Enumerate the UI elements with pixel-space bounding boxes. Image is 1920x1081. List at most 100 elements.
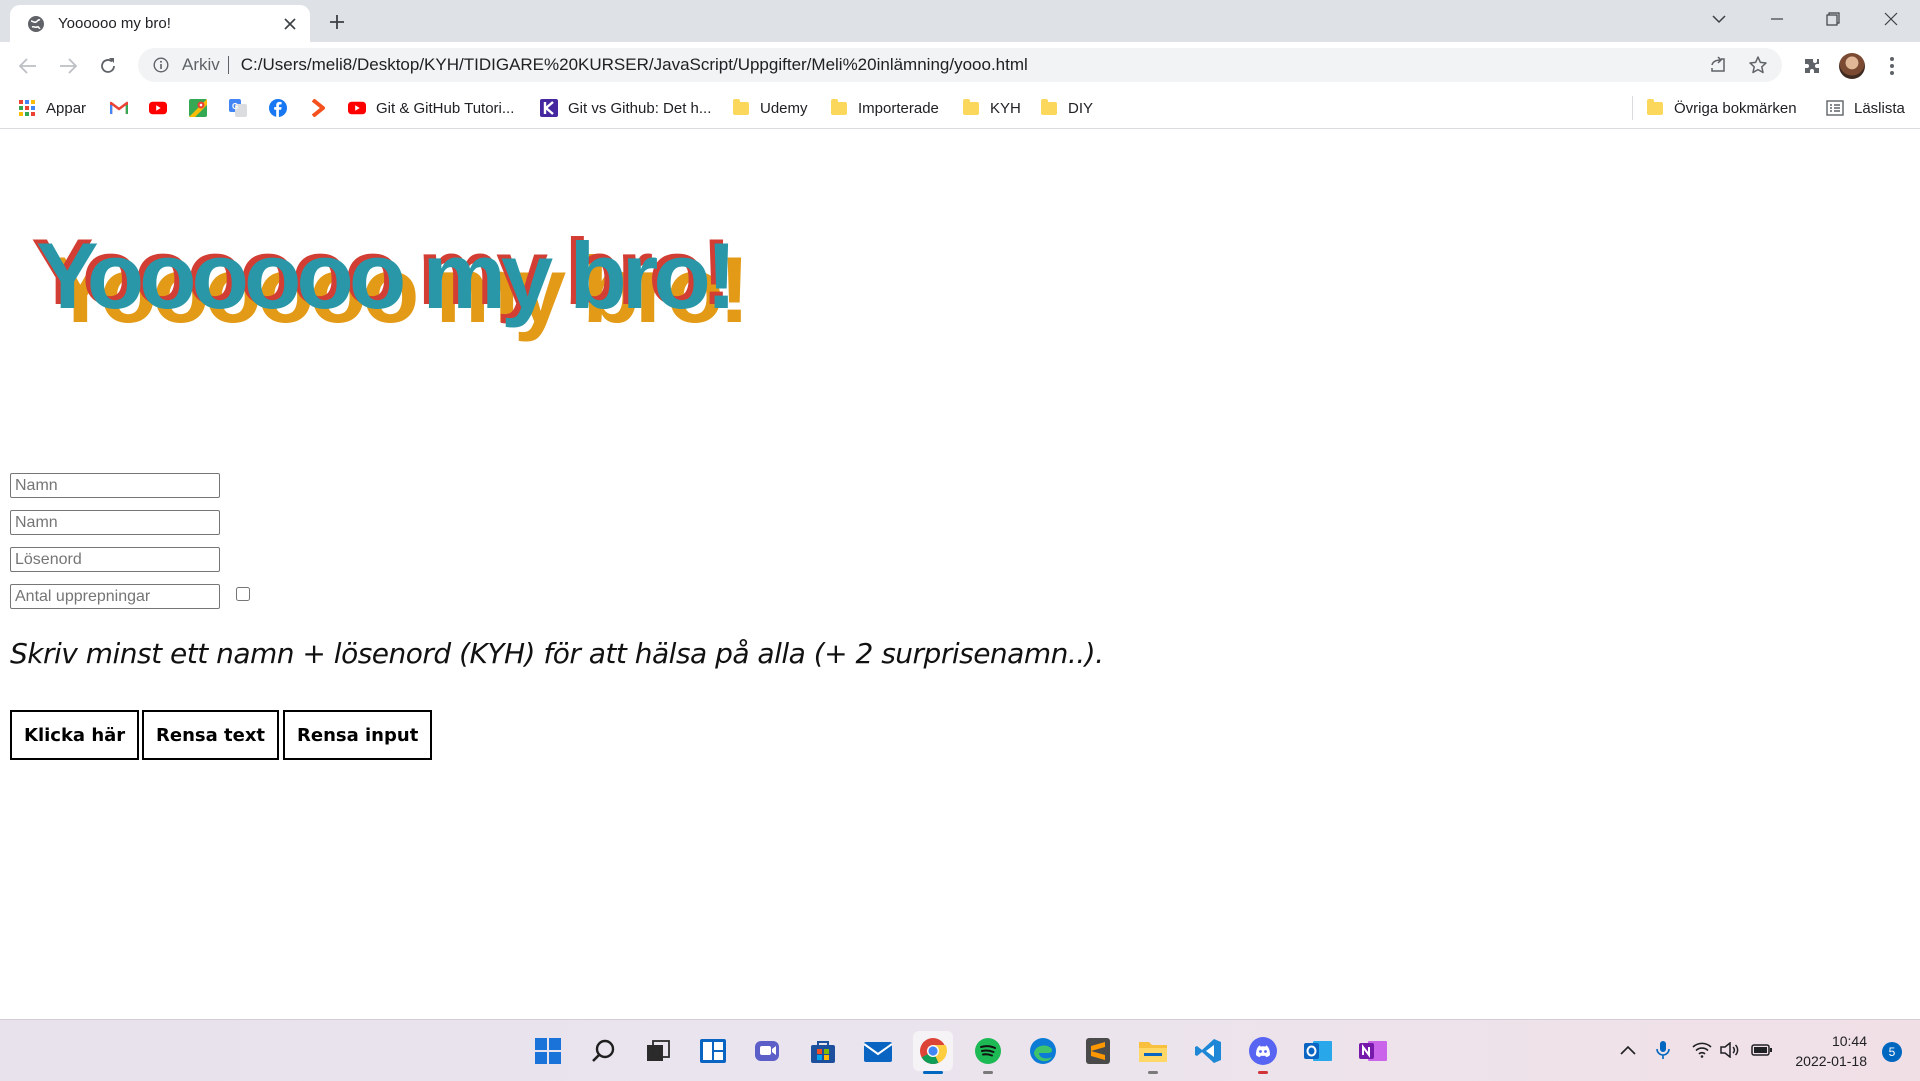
name-input-1[interactable] xyxy=(10,473,220,498)
url-text[interactable]: C:/Users/meli8/Desktop/KYH/TIDIGARE%20KU… xyxy=(241,55,1702,75)
bookmark-label: DIY xyxy=(1068,99,1094,117)
bookmark-other-folder[interactable]: Övriga bokmärken xyxy=(1646,96,1797,120)
bookmark-folder-udemy[interactable]: Udemy xyxy=(732,96,808,120)
folder-icon xyxy=(1646,98,1664,117)
folder-icon xyxy=(1040,98,1058,117)
page-headline: Yoooooo my bro! xyxy=(36,223,737,328)
gmail-icon xyxy=(110,99,128,117)
name-input-2[interactable] xyxy=(10,510,220,535)
new-tab-icon[interactable] xyxy=(322,8,352,36)
menu-kebab-icon[interactable] xyxy=(1876,50,1908,82)
youtube-icon xyxy=(149,99,167,117)
bookmark-maps[interactable] xyxy=(189,96,217,120)
widgets-icon[interactable] xyxy=(693,1031,733,1071)
restore-icon[interactable] xyxy=(1806,0,1860,38)
outlook-icon[interactable] xyxy=(1298,1031,1338,1071)
globe-icon xyxy=(26,14,46,34)
bookmarks-divider xyxy=(1632,96,1633,120)
edge-icon[interactable] xyxy=(1023,1031,1063,1071)
bookmark-youtube[interactable] xyxy=(149,96,177,120)
repetitions-input[interactable] xyxy=(10,584,220,609)
translate-icon: G xyxy=(229,99,247,117)
bookmark-label: Importerade xyxy=(858,99,939,117)
windows-taskbar: 10:44 2022-01-18 5 xyxy=(0,1019,1920,1081)
reading-list-icon xyxy=(1826,99,1844,117)
click-here-button[interactable]: Klicka här xyxy=(10,710,140,760)
store-icon[interactable] xyxy=(803,1031,843,1071)
sublime-icon[interactable] xyxy=(1078,1031,1118,1071)
close-tab-icon[interactable] xyxy=(276,10,304,38)
bookmark-label: KYH xyxy=(990,99,1021,117)
teams-chat-icon[interactable] xyxy=(748,1031,788,1071)
folder-icon xyxy=(830,98,848,117)
tab-search-chevron-icon[interactable] xyxy=(1692,0,1746,38)
vscode-icon[interactable] xyxy=(1188,1031,1228,1071)
bookmark-label: Udemy xyxy=(760,99,808,117)
orange-chevron-icon xyxy=(309,99,327,117)
chrome-icon[interactable] xyxy=(913,1031,953,1074)
volume-icon[interactable] xyxy=(1718,1038,1742,1062)
page-content: Yoooooo my bro! Skriv minst ett namn + l… xyxy=(0,129,1920,1019)
instruction-text: Skriv minst ett namn + lösenord (KYH) fö… xyxy=(10,637,1104,670)
share-icon[interactable] xyxy=(1702,49,1734,81)
discord-icon[interactable] xyxy=(1243,1031,1283,1074)
tab-title: Yoooooo my bro! xyxy=(58,15,171,32)
extensions-icon[interactable] xyxy=(1796,50,1828,82)
bookmark-label: Läslista xyxy=(1854,99,1905,117)
option-checkbox[interactable] xyxy=(236,587,250,601)
folder-icon xyxy=(962,98,980,117)
password-input[interactable] xyxy=(10,547,220,572)
clock-date: 2022-01-18 xyxy=(1795,1053,1867,1069)
bookmark-label: Git vs Github: Det h... xyxy=(568,99,712,117)
onenote-icon[interactable] xyxy=(1353,1031,1393,1071)
scheme-label: Arkiv xyxy=(182,55,220,74)
tab-strip: Yoooooo my bro! xyxy=(0,0,1920,42)
task-view-icon[interactable] xyxy=(638,1031,678,1071)
reading-list[interactable]: Läslista xyxy=(1826,96,1905,120)
bookmark-folder-importerade[interactable]: Importerade xyxy=(830,96,939,120)
bookmark-label: Övriga bokmärken xyxy=(1674,99,1797,117)
mail-icon[interactable] xyxy=(858,1031,898,1071)
file-explorer-icon[interactable] xyxy=(1133,1031,1173,1074)
back-icon[interactable] xyxy=(12,50,44,82)
clock-time: 10:44 xyxy=(1831,1033,1867,1049)
bookmark-translate[interactable]: G xyxy=(229,96,257,120)
wifi-icon[interactable] xyxy=(1690,1038,1714,1062)
bookmark-label: Appar xyxy=(46,99,87,117)
spotify-icon[interactable] xyxy=(968,1031,1008,1074)
search-icon[interactable] xyxy=(583,1031,623,1071)
bookmark-chevron[interactable] xyxy=(309,96,337,120)
folder-icon xyxy=(732,98,750,117)
reload-icon[interactable] xyxy=(92,50,124,82)
bookmark-star-icon[interactable] xyxy=(1742,49,1774,81)
facebook-icon xyxy=(269,99,287,117)
bookmark-gmail[interactable] xyxy=(110,96,138,120)
bookmark-git-vs-github[interactable]: Git vs Github: Det h... xyxy=(540,96,711,120)
clear-input-button[interactable]: Rensa input xyxy=(283,710,433,760)
system-clock[interactable]: 10:44 2022-01-18 xyxy=(1795,1031,1867,1071)
tray-chevron-up-icon[interactable] xyxy=(1616,1038,1640,1062)
svg-text:G: G xyxy=(232,102,238,111)
browser-tab[interactable]: Yoooooo my bro! xyxy=(10,5,310,42)
bookmark-git-tutorial[interactable]: Git & GitHub Tutori... xyxy=(348,96,514,120)
battery-icon[interactable] xyxy=(1750,1038,1774,1062)
apps-grid-icon xyxy=(18,99,36,117)
maps-icon xyxy=(189,99,207,117)
youtube-icon xyxy=(348,99,366,117)
clear-text-button[interactable]: Rensa text xyxy=(142,710,280,760)
minimize-icon[interactable] xyxy=(1750,0,1804,38)
bookmark-apps[interactable]: Appar xyxy=(18,96,86,120)
bookmark-label: Git & GitHub Tutori... xyxy=(376,99,515,117)
forward-icon[interactable] xyxy=(52,50,84,82)
start-windows-icon[interactable] xyxy=(528,1031,568,1071)
bookmark-facebook[interactable] xyxy=(269,96,297,120)
close-window-icon[interactable] xyxy=(1864,0,1918,38)
address-bar[interactable]: Arkiv C:/Users/meli8/Desktop/KYH/TIDIGAR… xyxy=(138,48,1782,82)
info-icon[interactable] xyxy=(150,54,172,76)
notification-badge[interactable]: 5 xyxy=(1882,1042,1902,1062)
omnibox-divider xyxy=(227,56,229,74)
profile-avatar[interactable] xyxy=(1836,50,1868,82)
bookmark-folder-diy[interactable]: DIY xyxy=(1040,96,1093,120)
microphone-icon[interactable] xyxy=(1651,1038,1675,1062)
bookmark-folder-kyh[interactable]: KYH xyxy=(962,96,1021,120)
